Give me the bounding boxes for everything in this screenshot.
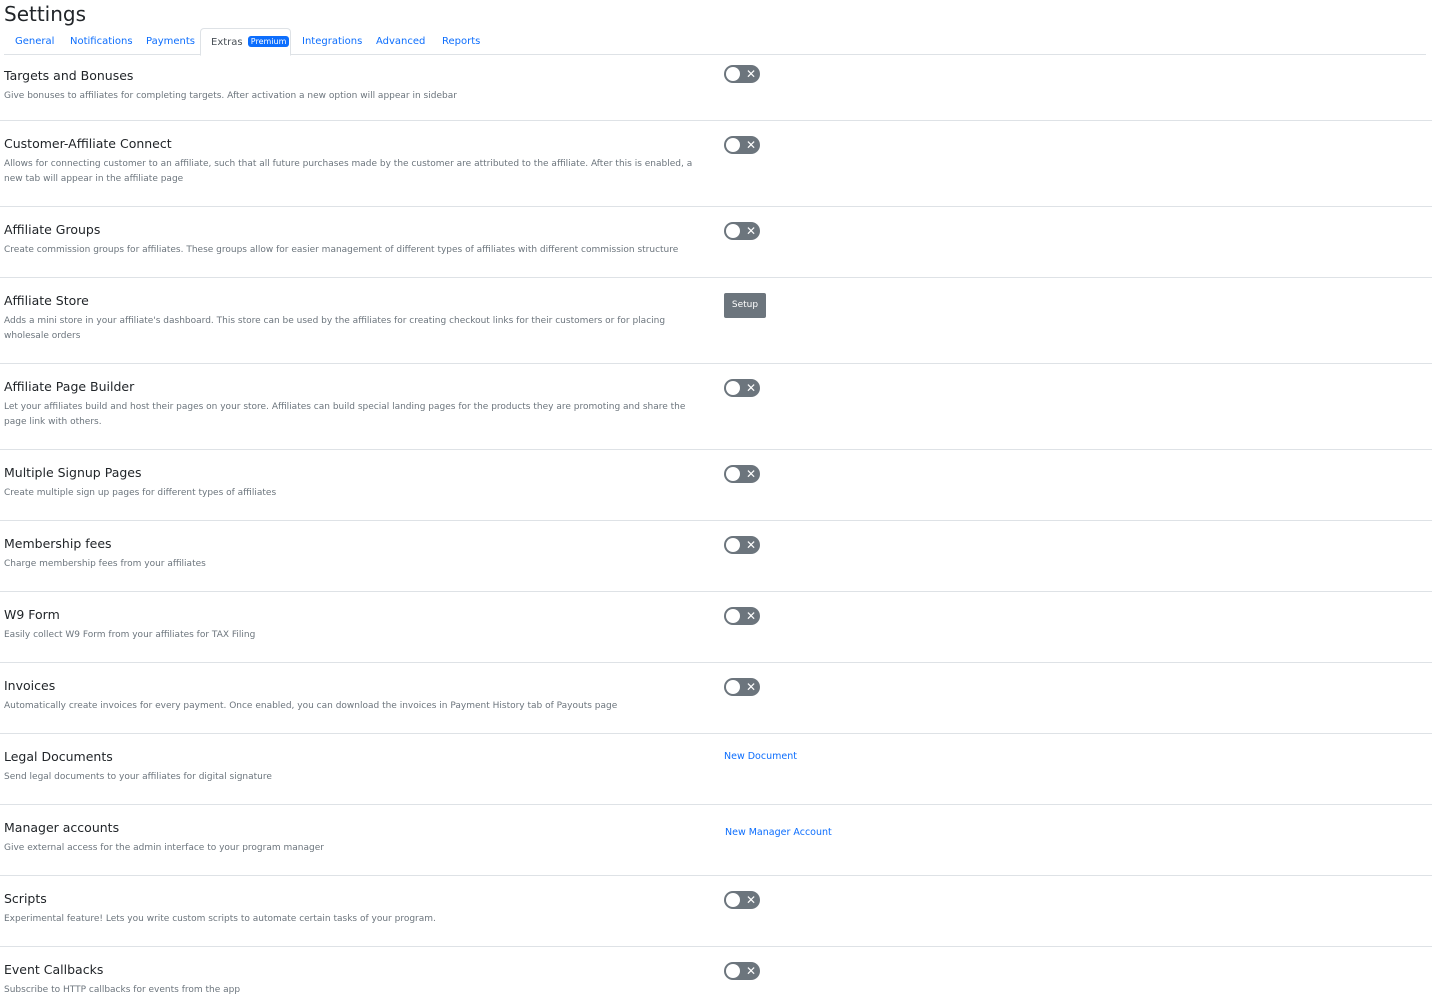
multiple-signup-pages-toggle[interactable]: ✕ <box>724 465 760 483</box>
feature-row-affiliate-groups: Affiliate Groups Create commission group… <box>0 207 1432 278</box>
feature-description: Create commission groups for affiliates.… <box>4 245 679 255</box>
feature-description: Experimental feature! Lets you write cus… <box>4 914 436 924</box>
feature-description: Give bonuses to affiliates for completin… <box>4 91 457 101</box>
feature-title: Event Callbacks <box>4 962 104 977</box>
feature-title: Legal Documents <box>4 749 113 764</box>
new-manager-account-link[interactable]: New Manager Account <box>725 827 832 838</box>
toggle-knob <box>726 381 740 395</box>
settings-page: Settings General Notifications Payments … <box>0 0 1432 1004</box>
invoices-toggle[interactable]: ✕ <box>724 678 760 696</box>
feature-row-targets-and-bonuses: Targets and Bonuses Give bonuses to affi… <box>0 56 1432 121</box>
feature-description: Let your affiliates build and host their… <box>4 402 686 427</box>
toggle-knob <box>726 893 740 907</box>
feature-row-legal-documents: Legal Documents Send legal documents to … <box>0 734 1432 805</box>
toggle-knob <box>726 964 740 978</box>
tab-extras[interactable]: Extras Premium <box>200 28 291 56</box>
setup-button[interactable]: Setup <box>724 293 766 318</box>
toggle-knob <box>726 609 740 623</box>
feature-row-affiliate-store: Affiliate Store Adds a mini store in you… <box>0 278 1432 364</box>
feature-description: Subscribe to HTTP callbacks for events f… <box>4 985 241 995</box>
toggle-knob <box>726 680 740 694</box>
close-icon: ✕ <box>745 67 756 81</box>
tab-payments[interactable]: Payments <box>146 28 195 55</box>
membership-fees-toggle[interactable]: ✕ <box>724 536 760 554</box>
feature-row-multiple-signup-pages: Multiple Signup Pages Create multiple si… <box>0 450 1432 521</box>
feature-description: Create multiple sign up pages for differ… <box>4 488 277 498</box>
feature-row-manager-accounts: Manager accounts Give external access fo… <box>0 805 1432 876</box>
tab-extras-label: Extras <box>211 37 243 48</box>
tab-notifications[interactable]: Notifications <box>70 28 133 55</box>
close-icon: ✕ <box>745 964 756 978</box>
feature-title: W9 Form <box>4 607 60 622</box>
feature-row-w9-form: W9 Form Easily collect W9 Form from your… <box>0 592 1432 663</box>
feature-description: Charge membership fees from your affilia… <box>4 559 206 569</box>
toggle-knob <box>726 67 740 81</box>
page-title: Settings <box>4 2 87 26</box>
feature-title: Customer-Affiliate Connect <box>4 136 172 151</box>
toggle-knob <box>726 538 740 552</box>
premium-badge: Premium <box>247 36 290 47</box>
toggle-knob <box>726 138 740 152</box>
feature-title: Affiliate Groups <box>4 222 101 237</box>
close-icon: ✕ <box>745 138 756 152</box>
new-document-link[interactable]: New Document <box>724 751 797 762</box>
feature-description: Give external access for the admin inter… <box>4 843 324 853</box>
feature-title: Scripts <box>4 891 47 906</box>
feature-title: Multiple Signup Pages <box>4 465 142 480</box>
toggle-knob <box>726 224 740 238</box>
tab-reports[interactable]: Reports <box>442 28 480 55</box>
feature-title: Invoices <box>4 678 56 693</box>
feature-row-affiliate-page-builder: Affiliate Page Builder Let your affiliat… <box>0 364 1432 450</box>
feature-row-scripts: Scripts Experimental feature! Lets you w… <box>0 876 1432 947</box>
feature-title: Membership fees <box>4 536 112 551</box>
feature-title: Targets and Bonuses <box>4 68 134 83</box>
affiliate-page-builder-toggle[interactable]: ✕ <box>724 379 760 397</box>
feature-description: Send legal documents to your affiliates … <box>4 772 272 782</box>
feature-row-invoices: Invoices Automatically create invoices f… <box>0 663 1432 734</box>
feature-row-event-callbacks: Event Callbacks Subscribe to HTTP callba… <box>0 947 1432 1004</box>
targets-and-bonuses-toggle[interactable]: ✕ <box>724 65 760 83</box>
settings-tabs: General Notifications Payments Extras Pr… <box>4 28 1426 56</box>
close-icon: ✕ <box>745 467 756 481</box>
affiliate-groups-toggle[interactable]: ✕ <box>724 222 760 240</box>
event-callbacks-toggle[interactable]: ✕ <box>724 962 760 980</box>
feature-description: Allows for connecting customer to an aff… <box>4 159 693 184</box>
feature-row-membership-fees: Membership fees Charge membership fees f… <box>0 521 1432 592</box>
close-icon: ✕ <box>745 538 756 552</box>
w9-form-toggle[interactable]: ✕ <box>724 607 760 625</box>
tab-integrations[interactable]: Integrations <box>302 28 362 55</box>
feature-description: Easily collect W9 Form from your affilia… <box>4 630 256 640</box>
feature-description: Adds a mini store in your affiliate's da… <box>4 316 666 341</box>
close-icon: ✕ <box>745 224 756 238</box>
customer-affiliate-connect-toggle[interactable]: ✕ <box>724 136 760 154</box>
scripts-toggle[interactable]: ✕ <box>724 891 760 909</box>
feature-description: Automatically create invoices for every … <box>4 701 618 711</box>
tab-general[interactable]: General <box>15 28 54 55</box>
feature-title: Affiliate Page Builder <box>4 379 135 394</box>
close-icon: ✕ <box>745 609 756 623</box>
feature-title: Affiliate Store <box>4 293 89 308</box>
close-icon: ✕ <box>745 893 756 907</box>
toggle-knob <box>726 467 740 481</box>
tab-advanced[interactable]: Advanced <box>376 28 425 55</box>
feature-row-customer-affiliate-connect: Customer-Affiliate Connect Allows for co… <box>0 121 1432 207</box>
close-icon: ✕ <box>745 680 756 694</box>
close-icon: ✕ <box>745 381 756 395</box>
feature-title: Manager accounts <box>4 820 120 835</box>
